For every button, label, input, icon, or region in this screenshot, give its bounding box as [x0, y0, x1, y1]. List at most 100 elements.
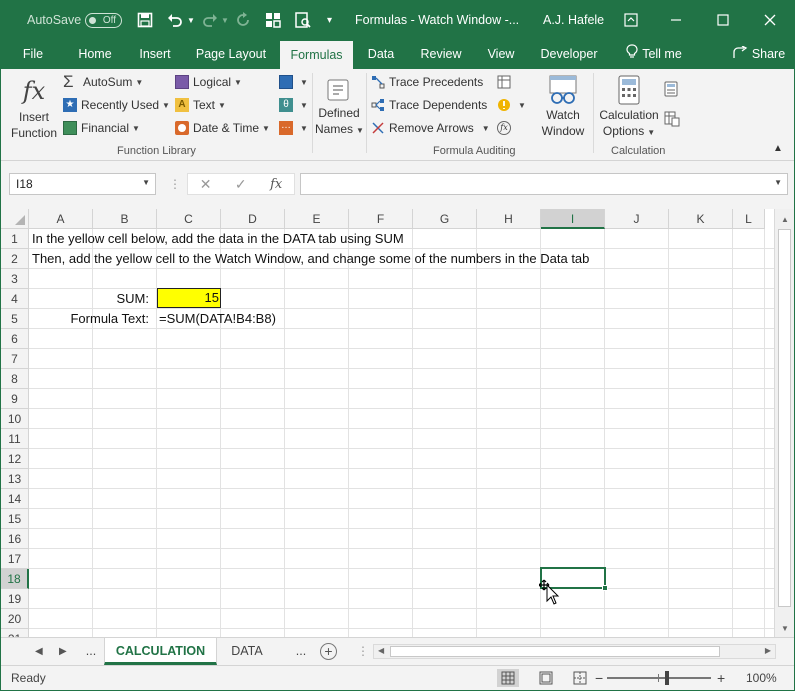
column-header-i[interactable]: I — [541, 209, 605, 229]
error-checking-button[interactable]: ▼ — [497, 98, 526, 112]
show-formulas-button[interactable] — [497, 75, 515, 89]
autosave-toggle[interactable]: Off — [85, 13, 122, 28]
close-icon[interactable] — [755, 1, 785, 39]
column-header-f[interactable]: F — [349, 209, 413, 229]
name-box[interactable]: I18 ▼ — [9, 173, 156, 195]
row-header-15[interactable]: 15 — [1, 509, 29, 529]
row-header-14[interactable]: 14 — [1, 489, 29, 509]
cell-c5[interactable]: =SUM(DATA!B4:B8) — [159, 309, 276, 329]
insert-function-button[interactable]: fx Insert Function — [9, 75, 59, 141]
math-trig-button[interactable]: θ ▼ — [279, 98, 308, 112]
row-header-3[interactable]: 3 — [1, 269, 29, 289]
maximize-icon[interactable] — [708, 1, 738, 39]
column-header-l[interactable]: L — [733, 209, 765, 229]
row-header-1[interactable]: 1 — [1, 229, 29, 249]
cell-a1[interactable]: In the yellow cell below, add the data i… — [32, 229, 404, 249]
scroll-right-icon[interactable]: ▶ — [765, 646, 771, 655]
horizontal-scroll-thumb[interactable] — [390, 646, 720, 657]
logical-button[interactable]: Logical ▼ — [175, 75, 242, 89]
defined-names-button[interactable]: Defined Names ▼ — [315, 77, 364, 139]
sheet-ellipsis-right[interactable]: ... — [291, 638, 311, 665]
row-header-6[interactable]: 6 — [1, 329, 29, 349]
sheet-tab-data[interactable]: DATA — [219, 638, 275, 665]
column-header-a[interactable]: A — [29, 209, 93, 229]
tab-view[interactable]: View — [479, 39, 523, 69]
chevron-down-icon[interactable]: ▼ — [142, 178, 150, 187]
sheet-tab-calculation[interactable]: CALCULATION — [104, 638, 217, 665]
autosum-button[interactable]: Σ AutoSum ▼ — [63, 73, 143, 90]
evaluate-formula-button[interactable]: fx — [497, 121, 515, 135]
page-break-view-button[interactable] — [569, 669, 591, 687]
column-header-h[interactable]: H — [477, 209, 541, 229]
date-time-button[interactable]: Date & Time ▼ — [175, 121, 270, 135]
column-header-e[interactable]: E — [285, 209, 349, 229]
zoom-slider-knob[interactable] — [665, 671, 669, 685]
tab-review[interactable]: Review — [411, 39, 471, 69]
vertical-scrollbar[interactable]: ▲ ▼ — [774, 209, 794, 637]
calculate-now-button[interactable] — [664, 81, 682, 97]
row-header-12[interactable]: 12 — [1, 449, 29, 469]
watch-window-button[interactable]: Watch Window — [539, 75, 587, 139]
scroll-up-icon[interactable]: ▲ — [781, 215, 789, 224]
tab-insert[interactable]: Insert — [129, 39, 181, 69]
tab-formulas[interactable]: Formulas — [280, 41, 353, 69]
normal-view-button[interactable] — [497, 669, 519, 687]
tab-data[interactable]: Data — [359, 39, 403, 69]
text-button[interactable]: A Text ▼ — [175, 98, 226, 112]
undo-icon[interactable] — [167, 1, 183, 39]
row-header-16[interactable]: 16 — [1, 529, 29, 549]
cell-b4[interactable]: SUM: — [93, 289, 150, 309]
row-header-20[interactable]: 20 — [1, 609, 29, 629]
horizontal-scrollbar[interactable]: ◀ ▶ — [373, 644, 776, 659]
next-sheet-icon[interactable]: ▶ — [59, 638, 67, 665]
row-header-8[interactable]: 8 — [1, 369, 29, 389]
cell-a2[interactable]: Then, add the yellow cell to the Watch W… — [32, 249, 589, 269]
tab-page-layout[interactable]: Page Layout — [189, 39, 273, 69]
add-sheet-icon[interactable]: + — [320, 643, 337, 660]
undo-dropdown-icon[interactable]: ▼ — [187, 1, 195, 39]
collapse-ribbon-icon[interactable]: ▲ — [773, 143, 783, 154]
grid-view-icon[interactable] — [265, 1, 281, 39]
row-header-19[interactable]: 19 — [1, 589, 29, 609]
select-all-corner[interactable] — [1, 209, 29, 229]
row-header-4[interactable]: 4 — [1, 289, 29, 309]
row-header-13[interactable]: 13 — [1, 469, 29, 489]
row-header-7[interactable]: 7 — [1, 349, 29, 369]
calculate-sheet-button[interactable] — [664, 111, 682, 127]
scroll-down-icon[interactable]: ▼ — [781, 624, 789, 633]
column-header-c[interactable]: C — [157, 209, 221, 229]
formula-input[interactable]: ▼ — [300, 173, 788, 195]
worksheet-grid[interactable]: ABCDEFGHIJKL 1 2 3 4 5 6 7 8 9 10 11 12 13 14 15 16 17 18… — [1, 209, 794, 637]
lookup-reference-button[interactable]: ▼ — [279, 75, 308, 89]
scroll-left-icon[interactable]: ◀ — [378, 646, 384, 655]
row-header-9[interactable]: 9 — [1, 389, 29, 409]
zoom-level[interactable]: 100% — [746, 666, 777, 690]
column-header-g[interactable]: G — [413, 209, 477, 229]
trace-dependents-button[interactable]: Trace Dependents — [371, 98, 487, 112]
row-header-10[interactable]: 10 — [1, 409, 29, 429]
zoom-slider[interactable] — [607, 671, 711, 685]
cancel-icon[interactable]: ✕ — [200, 176, 212, 193]
row-header-18[interactable]: 18 — [1, 569, 29, 589]
share-button[interactable]: Share — [729, 39, 789, 69]
page-layout-view-button[interactable] — [535, 669, 557, 687]
remove-arrows-button[interactable]: Remove Arrows ▼ — [371, 121, 490, 135]
print-preview-icon[interactable] — [295, 1, 311, 39]
tab-developer[interactable]: Developer — [533, 39, 605, 69]
save-icon[interactable] — [137, 1, 153, 39]
tab-home[interactable]: Home — [67, 39, 123, 69]
zoom-out-icon[interactable]: − — [595, 666, 603, 690]
calculation-options-button[interactable]: Calculation Options ▼ — [597, 75, 661, 141]
recently-used-button[interactable]: ★ Recently Used ▼ — [63, 98, 170, 112]
tab-splitter-icon[interactable]: ⋮ — [357, 644, 369, 658]
cells-area[interactable]: In the yellow cell below, add the data i… — [29, 229, 774, 637]
row-header-21[interactable]: 21 — [1, 629, 29, 637]
cell-b5[interactable]: Formula Text: — [45, 309, 149, 329]
prev-sheet-icon[interactable]: ◀ — [35, 638, 43, 665]
row-header-17[interactable]: 17 — [1, 549, 29, 569]
sheet-ellipsis-left[interactable]: ... — [81, 638, 101, 665]
fill-handle[interactable] — [602, 585, 608, 591]
splitter-dots-icon[interactable]: ⋮ — [169, 177, 181, 191]
row-header-2[interactable]: 2 — [1, 249, 29, 269]
tell-me-search[interactable]: Tell me — [619, 39, 689, 69]
